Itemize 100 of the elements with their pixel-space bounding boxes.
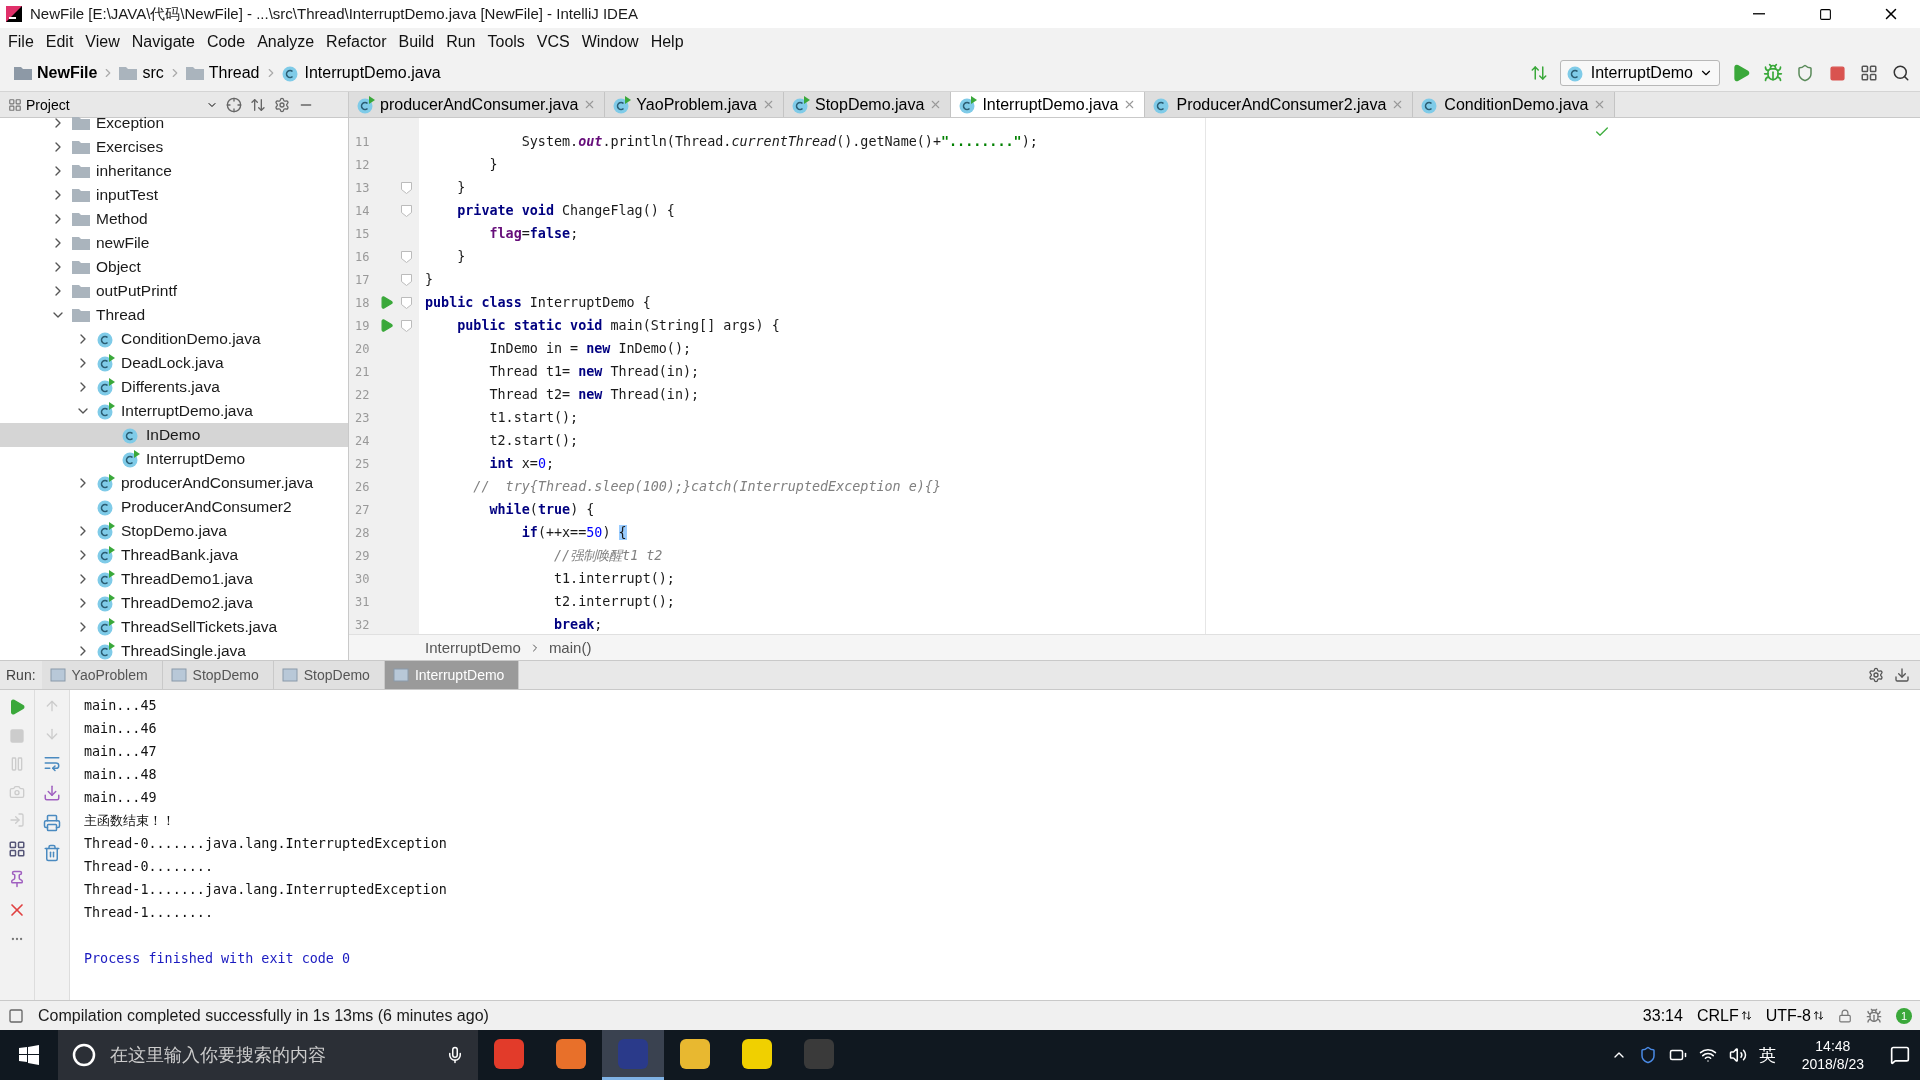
menu-item[interactable]: File (2, 28, 40, 55)
tree-item[interactable]: ThreadBank.java (0, 543, 348, 567)
tree-item[interactable]: DeadLock.java (0, 351, 348, 375)
line-number: 13 (355, 180, 371, 195)
menu-item[interactable]: Navigate (125, 28, 201, 55)
menu-item[interactable]: Edit (39, 28, 80, 55)
folder-icon (14, 66, 32, 80)
scroll-to-end-icon[interactable] (43, 784, 61, 802)
editor-tab[interactable]: ConditionDemo.java (1413, 92, 1616, 117)
tree-item[interactable]: ConditionDemo.java (0, 327, 348, 351)
hide-panel-icon[interactable] (1894, 667, 1910, 683)
editor-tab[interactable]: producerAndConsumer.java (349, 92, 606, 117)
menu-item[interactable]: Code (200, 28, 252, 55)
line-number: 18 (355, 295, 371, 310)
rerun-icon[interactable] (8, 698, 26, 716)
pin-icon[interactable] (8, 870, 26, 888)
collapse-all-icon[interactable] (250, 96, 266, 113)
wifi-icon[interactable] (1698, 1046, 1717, 1064)
menu-item[interactable]: VCS (530, 28, 576, 55)
layout-icon[interactable] (8, 840, 26, 858)
breadcrumb-item[interactable]: Thread (181, 64, 264, 82)
tree-item[interactable]: Object (0, 255, 348, 279)
menu-item[interactable]: Help (644, 28, 690, 55)
tree-item[interactable]: inheritance (0, 159, 348, 183)
locate-icon[interactable] (226, 96, 242, 113)
tree-item[interactable]: ThreadDemo1.java (0, 567, 348, 591)
print-icon[interactable] (43, 814, 61, 832)
breadcrumb-item[interactable]: InterruptDemo (425, 639, 521, 656)
run-gutter-icon[interactable] (379, 295, 394, 310)
menu-item[interactable]: View (79, 28, 126, 55)
run-tab[interactable]: StopDemo (162, 661, 274, 689)
menu-item[interactable]: Run (440, 28, 482, 55)
run-tab[interactable]: YaoProblem (41, 661, 163, 689)
menu-item[interactable]: Analyze (251, 28, 321, 55)
folder-icon (72, 188, 90, 202)
code-line: Thread t1= new Thread(in); (488, 363, 701, 381)
windows-icon (19, 1045, 39, 1065)
tree-item[interactable]: InDemo (0, 423, 348, 447)
editor-tab[interactable]: YaoProblem.java (605, 92, 784, 117)
code-line: flag=false; (488, 225, 580, 243)
tree-item[interactable]: ThreadDemo2.java (0, 591, 348, 615)
inspector-icon[interactable] (1866, 1007, 1882, 1024)
tree-item[interactable]: ThreadSingle.java (0, 639, 348, 660)
menu-item[interactable]: Build (392, 28, 441, 55)
debug-icon[interactable] (1762, 62, 1784, 84)
menu-item[interactable]: Tools (481, 28, 531, 55)
window-icon (392, 668, 409, 682)
line-number: 17 (355, 272, 371, 287)
microphone-icon[interactable] (446, 1046, 464, 1064)
code-line: InDemo in = new InDemo(); (488, 340, 693, 358)
breadcrumb-item[interactable]: src (115, 64, 168, 82)
tree-item[interactable]: Exercises (0, 135, 348, 159)
line-number: 11 (355, 134, 371, 149)
editor-tab[interactable]: ProducerAndConsumer2.java (1145, 92, 1414, 117)
run-tab[interactable]: StopDemo (273, 661, 385, 689)
tree-item[interactable]: ProducerAndConsumer2 (0, 495, 348, 519)
console-line: 主函数结束！！ (84, 811, 176, 830)
taskbar-clock[interactable]: 14:48 2018/8/23 (1801, 1037, 1864, 1073)
volume-icon[interactable] (1728, 1046, 1747, 1064)
lock-icon[interactable] (1838, 1008, 1852, 1023)
editor-tab[interactable]: InterruptDemo.java (951, 92, 1146, 117)
settings-icon[interactable] (274, 96, 290, 113)
status-icon[interactable] (8, 1007, 24, 1024)
breadcrumb-item[interactable]: InterruptDemo.java (277, 64, 445, 82)
menu-item[interactable]: Window (575, 28, 645, 55)
cursor-position[interactable]: 33:14 (1642, 1006, 1683, 1025)
tree-item[interactable]: StopDemo.java (0, 519, 348, 543)
search-input[interactable]: 在这里输入你要搜索的内容 (108, 1043, 434, 1067)
menu-item[interactable]: Refactor (320, 28, 393, 55)
notification-icon[interactable] (1890, 1045, 1910, 1065)
runnable-class-icon (97, 354, 115, 372)
tree-item[interactable]: newFile (0, 231, 348, 255)
tree-item[interactable]: ThreadSellTickets.java (0, 615, 348, 639)
input-method-indicator[interactable]: 英 (1758, 1043, 1776, 1067)
runnable-class-icon (959, 95, 978, 114)
breadcrumb-item[interactable]: NewFile (10, 64, 102, 82)
tree-item[interactable]: Method (0, 207, 348, 231)
line-number: 19 (355, 318, 371, 333)
tree-item[interactable]: InterruptDemo (0, 447, 348, 471)
file-encoding[interactable]: UTF-8 (1765, 1006, 1824, 1025)
grid-icon (8, 97, 22, 112)
tree-item[interactable]: outPutPrintf (0, 279, 348, 303)
editor-tab[interactable]: StopDemo.java (784, 92, 952, 117)
tree-item[interactable]: inputTest (0, 183, 348, 207)
taskbar-search-field[interactable]: 在这里输入你要搜索的内容 (58, 1030, 478, 1080)
line-number: 14 (355, 203, 371, 218)
tree-item[interactable]: InterruptDemo.java (0, 399, 348, 423)
settings-icon[interactable] (1868, 667, 1884, 683)
soft-wrap-icon[interactable] (43, 754, 61, 772)
shield-icon[interactable] (1638, 1046, 1657, 1064)
run-config-dropdown[interactable]: InterruptDemo (1559, 60, 1720, 86)
run-gutter-icon[interactable] (379, 318, 394, 333)
line-number: 21 (355, 364, 371, 379)
line-number: 28 (355, 525, 371, 540)
line-separator[interactable]: CRLF (1696, 1006, 1752, 1025)
breadcrumb-item[interactable]: main() (548, 639, 592, 656)
trash-icon[interactable] (43, 844, 61, 862)
tree-item[interactable]: producerAndConsumer.java (0, 471, 348, 495)
tree-item[interactable]: Thread (0, 303, 348, 327)
tree-item[interactable]: Differents.java (0, 375, 348, 399)
